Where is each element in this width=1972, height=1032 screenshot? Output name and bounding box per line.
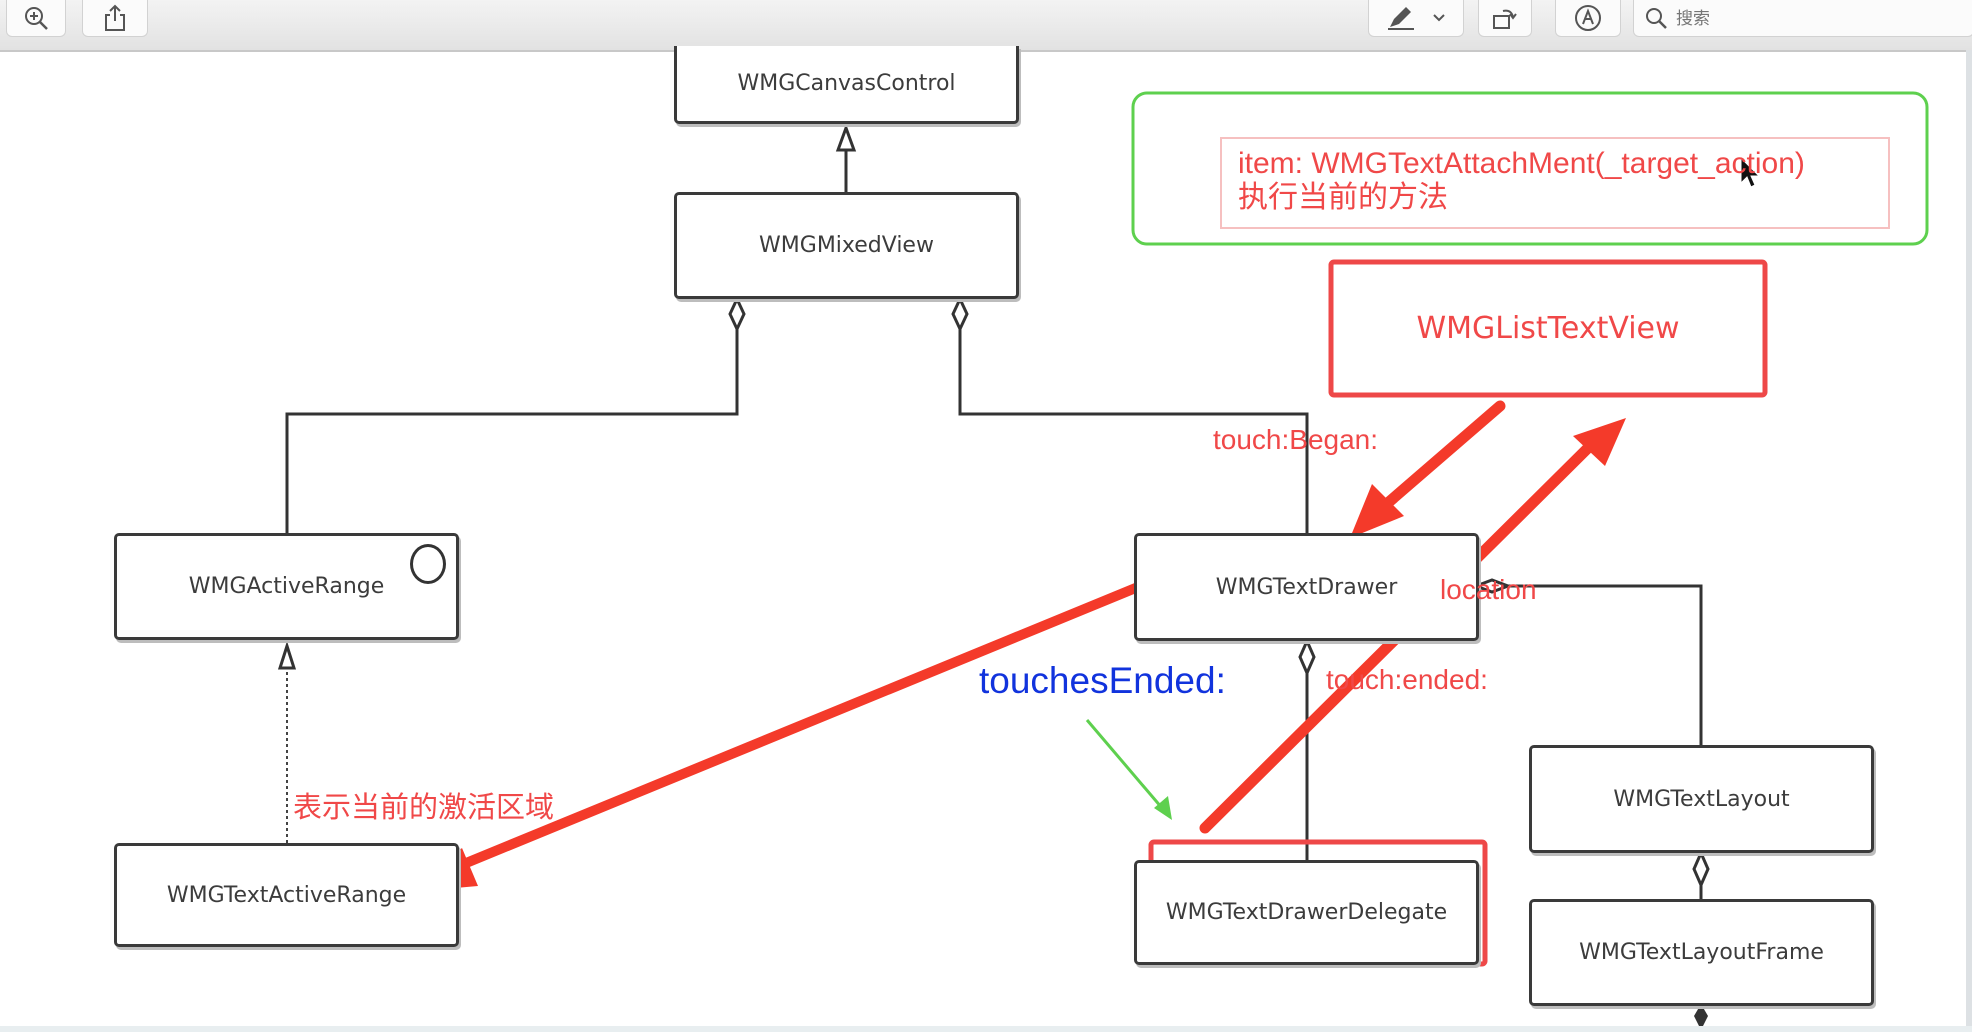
class-label: WMGMixedView (759, 233, 934, 258)
class-label: WMGCanvasControl (737, 71, 956, 96)
class-wmg-canvas-control: WMGCanvasControl (674, 46, 1019, 124)
class-label: WMGTextLayoutFrame (1579, 940, 1824, 965)
class-label: WMGTextActiveRange (166, 882, 407, 908)
class-label: WMGTextDrawer (1215, 574, 1398, 600)
aggregation-diamond (728, 295, 746, 333)
class-wmg-text-active-range: WMGTextActiveRange (114, 843, 459, 947)
aggregation-diamond (1298, 637, 1316, 677)
class-label: WMGActiveRange (188, 574, 385, 599)
touches-ended-label: touchesEnded: (979, 660, 1226, 701)
class-wmg-text-layout: WMGTextLayout (1529, 745, 1874, 853)
class-wmg-text-drawer: WMGTextDrawer (1134, 533, 1479, 641)
window-edge (0, 1026, 1972, 1032)
item-note: item: WMGTextAttachMent(_target_action) … (1238, 147, 1805, 215)
class-wmg-mixed-view: WMGMixedView (674, 192, 1019, 299)
active-area-note: 表示当前的激活区域 (293, 790, 555, 824)
item-note-line-1: item: WMGTextAttachMent(_target_action) (1238, 147, 1805, 180)
class-label: WMGListTextView (1416, 311, 1680, 346)
inheritance-arrowhead (835, 123, 857, 152)
touch-began-label: touch:Began: (1213, 424, 1379, 455)
aggregation-diamond (951, 295, 969, 333)
class-wmg-text-drawer-delegate: WMGTextDrawerDelegate (1134, 860, 1479, 965)
location-label: location (1440, 574, 1537, 605)
item-note-line-2: 执行当前的方法 (1238, 180, 1448, 215)
class-wmg-list-text-view: WMGListTextView (1331, 262, 1765, 395)
aggregation-diamond (1692, 849, 1710, 889)
class-wmg-text-layout-frame: WMGTextLayoutFrame (1529, 899, 1874, 1006)
class-label: WMGTextDrawerDelegate (1165, 900, 1448, 925)
touch-ended-label: touch:ended: (1326, 664, 1488, 695)
class-label: WMGTextLayout (1613, 786, 1790, 812)
class-wmg-active-range: WMGActiveRange (114, 533, 459, 640)
inheritance-arrowhead (277, 641, 297, 670)
circle-icon (410, 544, 446, 584)
window-edge (1966, 50, 1972, 1032)
